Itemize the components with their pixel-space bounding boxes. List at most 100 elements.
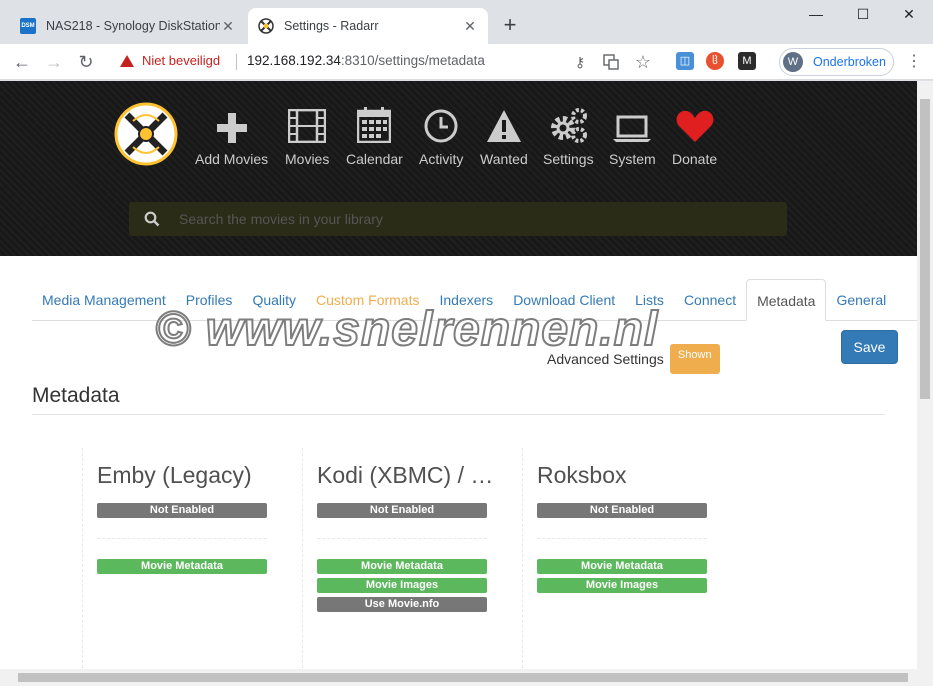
tab-general[interactable]: General — [826, 279, 896, 321]
nav-label: Donate — [672, 151, 718, 167]
close-window-icon[interactable]: ✕ — [886, 6, 932, 23]
feature-badge: Use Movie.nfo — [317, 597, 487, 612]
tab-quality[interactable]: Quality — [242, 279, 306, 321]
forward-arrow-icon[interactable]: → — [42, 50, 66, 74]
advanced-settings-label: Advanced Settings — [547, 351, 664, 367]
search-input[interactable] — [179, 211, 739, 227]
nav-movies[interactable]: Movies — [285, 105, 329, 167]
radarr-logo-icon[interactable] — [113, 101, 179, 167]
nav-label: Activity — [419, 151, 464, 167]
translate-icon[interactable] — [599, 50, 623, 74]
clock-icon — [424, 109, 458, 143]
film-icon — [288, 109, 327, 143]
radarr-header: Add Movies Movies Calendar Activity Want… — [0, 81, 917, 256]
dsm-favicon-icon: DSM — [20, 18, 36, 34]
page-title: Metadata — [32, 384, 885, 415]
url-path: :8310/settings/metadata — [340, 53, 485, 68]
browser-tab-synology[interactable]: DSM NAS218 - Synology DiskStation ✕ — [10, 8, 246, 44]
nav-label: System — [609, 151, 656, 167]
status-badge: Not Enabled — [317, 503, 487, 518]
reload-icon[interactable]: ↻ — [74, 50, 98, 74]
metadata-card-roksbox[interactable]: Roksbox Not Enabled Movie Metadata Movie… — [522, 448, 742, 668]
nav-label: Settings — [543, 151, 594, 167]
back-arrow-icon[interactable]: ← — [10, 50, 34, 74]
extension-icon[interactable]: ჱ — [706, 52, 724, 70]
card-divider — [97, 538, 267, 539]
url-host: 192.168.192.34 — [247, 53, 341, 68]
plus-icon — [216, 113, 247, 143]
new-tab-button[interactable]: + — [500, 14, 520, 36]
settings-content: Media Management Profiles Quality Custom… — [0, 256, 917, 669]
tab-lists[interactable]: Lists — [625, 279, 674, 321]
close-tab-icon[interactable]: ✕ — [462, 18, 478, 35]
card-title: Kodi (XBMC) / Emby — [317, 462, 507, 488]
security-label: Niet beveiligd — [142, 53, 221, 68]
nav-add-movies[interactable]: Add Movies — [195, 105, 268, 167]
warning-icon — [486, 110, 521, 142]
extension-m-icon[interactable]: M — [738, 52, 756, 70]
nav-donate[interactable]: Donate — [672, 105, 717, 167]
card-title: Emby (Legacy) — [97, 462, 252, 488]
browser-toolbar: ← → ↻ Niet beveiligd 192.168.192.34:8310… — [0, 44, 933, 80]
calendar-icon — [357, 107, 392, 143]
feature-badge: Movie Metadata — [317, 559, 487, 574]
nav-system[interactable]: System — [609, 105, 656, 167]
tab-connect[interactable]: Connect — [674, 279, 746, 321]
tab-download-client[interactable]: Download Client — [503, 279, 625, 321]
tab-media-management[interactable]: Media Management — [32, 279, 176, 321]
feature-badge: Movie Metadata — [537, 559, 707, 574]
minimize-window-icon[interactable]: — — [793, 6, 839, 22]
status-badge: Not Enabled — [97, 503, 267, 518]
horizontal-scrollbar[interactable] — [0, 669, 933, 686]
advanced-settings-control: Advanced Settings Shown — [547, 344, 720, 374]
bookmark-star-icon[interactable]: ☆ — [631, 50, 655, 74]
cogs-icon — [551, 108, 588, 143]
nav-label: Movies — [285, 151, 330, 167]
tab-metadata[interactable]: Metadata — [746, 279, 827, 321]
tab-indexers[interactable]: Indexers — [429, 279, 503, 321]
browser-tab-title: Settings - Radarr — [284, 19, 379, 33]
vertical-scrollbar[interactable] — [917, 81, 933, 669]
feature-badge: Movie Images — [537, 578, 707, 593]
heart-icon — [676, 110, 714, 142]
nav-settings[interactable]: Settings — [543, 105, 594, 167]
warning-triangle-icon — [120, 54, 134, 67]
movie-search-bar — [129, 202, 787, 236]
search-icon — [144, 211, 160, 227]
browser-tab-title: NAS218 - Synology DiskStation — [46, 19, 220, 33]
nav-label: Wanted — [480, 151, 528, 167]
card-title: Roksbox — [537, 462, 627, 488]
metadata-card-emby[interactable]: Emby (Legacy) Not Enabled Movie Metadata — [82, 448, 302, 668]
profile-button[interactable]: W Onderbroken — [779, 48, 894, 76]
url-separator — [236, 54, 237, 70]
page-viewport: Add Movies Movies Calendar Activity Want… — [0, 81, 917, 669]
metadata-card-kodi[interactable]: Kodi (XBMC) / Emby Not Enabled Movie Met… — [302, 448, 522, 668]
nav-label: Add Movies — [195, 151, 269, 167]
advanced-settings-toggle[interactable]: Shown — [669, 344, 720, 374]
feature-badge: Movie Images — [317, 578, 487, 593]
nav-activity[interactable]: Activity — [419, 105, 463, 167]
radarr-favicon-icon — [258, 18, 274, 34]
status-badge: Not Enabled — [537, 503, 707, 518]
laptop-icon — [613, 115, 652, 142]
nav-calendar[interactable]: Calendar — [346, 105, 403, 167]
tab-custom-formats[interactable]: Custom Formats — [306, 279, 429, 321]
maximize-window-icon[interactable]: ☐ — [840, 6, 886, 23]
browser-tab-radarr[interactable]: Settings - Radarr ✕ — [248, 8, 488, 44]
tab-profiles[interactable]: Profiles — [176, 279, 243, 321]
scroll-thumb[interactable] — [920, 99, 930, 399]
extension-icon[interactable]: ◫ — [676, 52, 694, 70]
settings-tabs: Media Management Profiles Quality Custom… — [32, 279, 917, 321]
avatar: W — [783, 52, 803, 72]
close-tab-icon[interactable]: ✕ — [220, 18, 236, 35]
browser-tab-strip: DSM NAS218 - Synology DiskStation ✕ Sett… — [0, 0, 933, 44]
key-icon[interactable]: ⚷ — [568, 50, 592, 74]
nav-wanted[interactable]: Wanted — [480, 105, 528, 167]
feature-badge: Movie Metadata — [97, 559, 267, 574]
save-button[interactable]: Save — [841, 330, 898, 364]
scroll-thumb[interactable] — [18, 673, 908, 682]
menu-kebab-icon[interactable]: ⋮ — [906, 52, 922, 72]
card-divider — [317, 538, 487, 539]
address-bar[interactable]: 192.168.192.34:8310/settings/metadata — [247, 53, 485, 68]
security-warning[interactable]: Niet beveiligd — [120, 53, 220, 68]
